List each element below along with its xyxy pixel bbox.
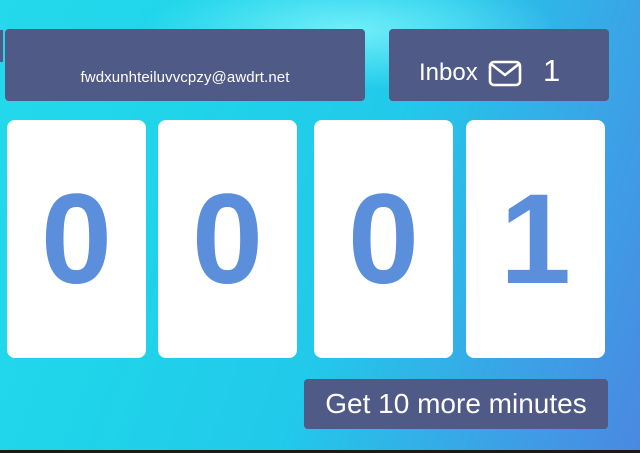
timer-digit: 0: [191, 168, 264, 311]
timer-digit: 1: [499, 168, 572, 311]
timer-digit-card: 0: [158, 120, 297, 358]
get-more-minutes-button[interactable]: Get 10 more minutes: [304, 379, 608, 429]
inbox-label: Inbox: [419, 59, 478, 86]
email-address-text[interactable]: fwdxunhteiluvvcpzy@awdrt.net: [5, 69, 365, 86]
left-edge-panel: [0, 30, 3, 62]
email-address-box[interactable]: fwdxunhteiluvvcpzy@awdrt.net: [5, 29, 365, 101]
inbox-count: 1: [543, 53, 561, 88]
timer-digit-card: 0: [314, 120, 453, 358]
inbox-button[interactable]: Inbox 1: [389, 29, 609, 101]
timer-digit-card: 0: [7, 120, 146, 358]
timer-digit: 0: [347, 168, 420, 311]
mail-icon: [488, 60, 522, 87]
timer-digit-card: 1: [466, 120, 605, 358]
timer-digit: 0: [40, 168, 113, 311]
